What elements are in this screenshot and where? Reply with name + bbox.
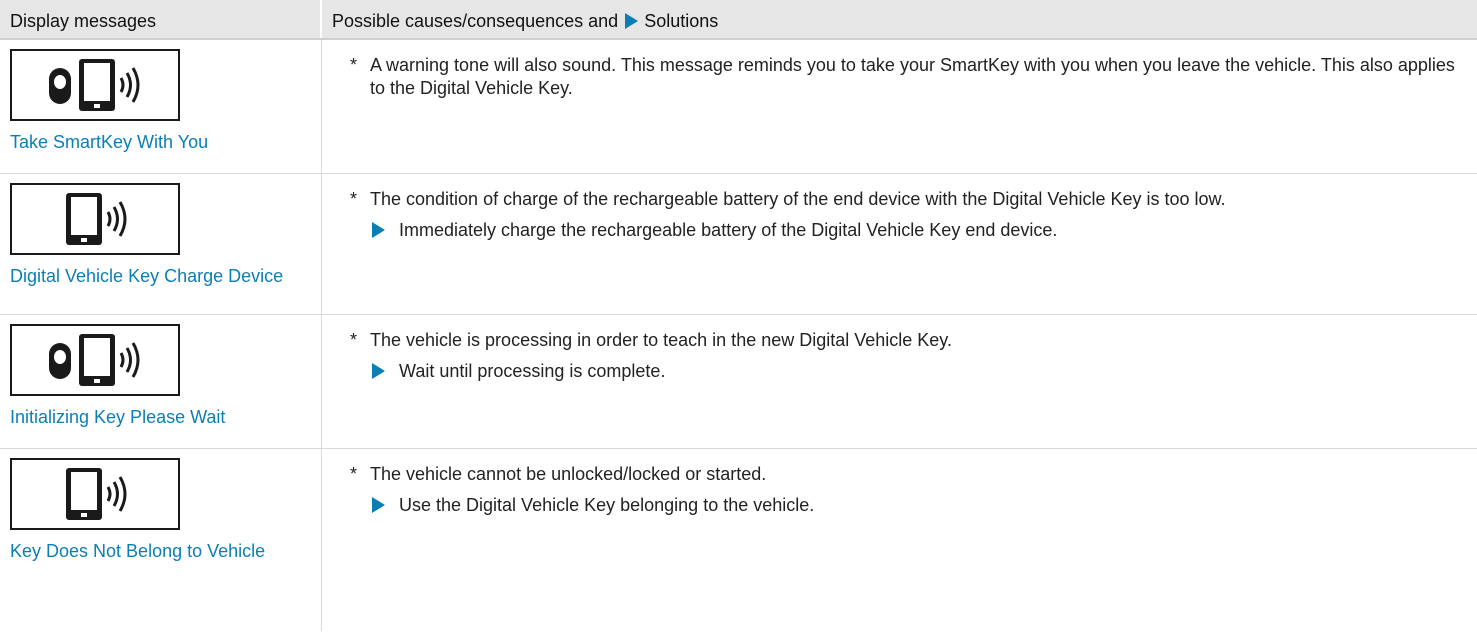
cause-item: * A warning tone will also sound. This m… bbox=[350, 54, 1467, 100]
phone-signal-icon bbox=[10, 458, 180, 530]
table-header: Display messages Possible causes/consequ… bbox=[0, 0, 1477, 40]
display-message-cell: Key Does Not Belong to Vehicle bbox=[0, 449, 322, 631]
cause-item: * The vehicle cannot be unlocked/locked … bbox=[350, 463, 1467, 486]
header-causes-label: Possible causes/consequences and bbox=[332, 11, 619, 31]
bullet-asterisk: * bbox=[350, 189, 358, 209]
table-row: Digital Vehicle Key Charge Device * The … bbox=[0, 174, 1477, 315]
solution-text: Wait until processing is complete. bbox=[399, 361, 666, 381]
solution-item: Use the Digital Vehicle Key belonging to… bbox=[370, 494, 1467, 517]
display-message-cell: Initializing Key Please Wait bbox=[0, 315, 322, 448]
causes-cell: * The vehicle is processing in order to … bbox=[322, 315, 1477, 448]
cause-item: * The vehicle is processing in order to … bbox=[350, 329, 1467, 352]
table-row: Initializing Key Please Wait * The vehic… bbox=[0, 315, 1477, 449]
bullet-asterisk: * bbox=[350, 464, 358, 484]
display-message-cell: Take SmartKey With You bbox=[0, 40, 322, 173]
solution-arrow-icon bbox=[625, 13, 639, 29]
phone-signal-icon bbox=[10, 183, 180, 255]
solution-arrow-icon bbox=[372, 363, 385, 379]
solution-text: Use the Digital Vehicle Key belonging to… bbox=[399, 495, 815, 515]
message-label: Key Does Not Belong to Vehicle bbox=[10, 541, 266, 561]
message-label: Initializing Key Please Wait bbox=[10, 407, 226, 427]
solution-text: Immediately charge the rechargeable batt… bbox=[399, 220, 1058, 240]
message-label: Take SmartKey With You bbox=[10, 132, 209, 152]
causes-cell: * A warning tone will also sound. This m… bbox=[322, 40, 1477, 173]
solution-arrow-icon bbox=[372, 222, 385, 238]
cause-item: * The condition of charge of the recharg… bbox=[350, 188, 1467, 211]
causes-cell: * The condition of charge of the recharg… bbox=[322, 174, 1477, 314]
table-row: Key Does Not Belong to Vehicle * The veh… bbox=[0, 449, 1477, 631]
key-fob-and-phone-icon bbox=[10, 49, 180, 121]
key-fob-and-phone-icon bbox=[10, 324, 180, 396]
header-display-messages: Display messages bbox=[0, 0, 322, 38]
message-label: Digital Vehicle Key Charge Device bbox=[10, 266, 284, 286]
header-solutions-label: Solutions bbox=[644, 11, 719, 31]
causes-cell: * The vehicle cannot be unlocked/locked … bbox=[322, 449, 1477, 631]
solution-item: Immediately charge the rechargeable batt… bbox=[370, 219, 1467, 242]
bullet-asterisk: * bbox=[350, 55, 358, 75]
table-row: Take SmartKey With You * A warning tone … bbox=[0, 40, 1477, 174]
display-messages-table: Display messages Possible causes/consequ… bbox=[0, 0, 1477, 631]
cause-text: The vehicle cannot be unlocked/locked or… bbox=[370, 464, 767, 484]
cause-text: The condition of charge of the rechargea… bbox=[370, 189, 1226, 209]
cause-text: The vehicle is processing in order to te… bbox=[370, 330, 952, 350]
header-causes-solutions: Possible causes/consequences and Solutio… bbox=[322, 0, 1477, 38]
display-message-cell: Digital Vehicle Key Charge Device bbox=[0, 174, 322, 314]
solution-arrow-icon bbox=[372, 497, 385, 513]
solution-item: Wait until processing is complete. bbox=[370, 360, 1467, 383]
bullet-asterisk: * bbox=[350, 330, 358, 350]
cause-text: A warning tone will also sound. This mes… bbox=[370, 55, 1455, 98]
